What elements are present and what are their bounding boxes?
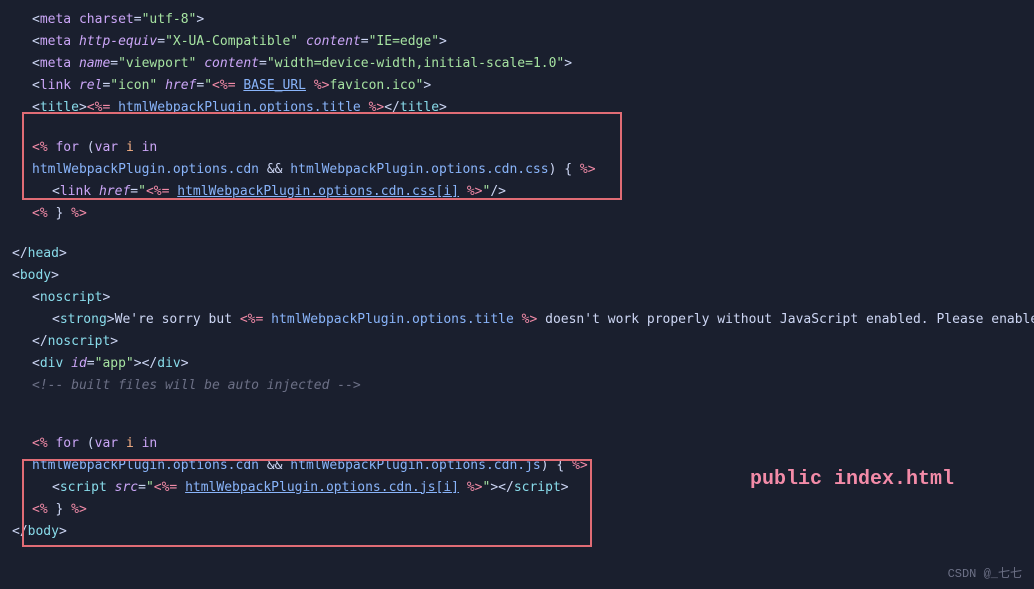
code-line: <% for (var i in [0, 432, 1034, 454]
code-line: htmlWebpackPlugin.options.cdn && htmlWeb… [0, 158, 1034, 180]
code-line: <noscript> [0, 286, 1034, 308]
code-editor: <meta charset="utf-8"><meta http-equiv="… [0, 0, 1034, 589]
code-line: <% for (var i in [0, 136, 1034, 158]
code-line: <!-- built files will be auto injected -… [0, 374, 1034, 396]
annotation-label: public index.html [750, 468, 954, 491]
code-line: </head> [0, 242, 1034, 264]
code-line: <% } %> [0, 202, 1034, 224]
code-line: </body> [0, 520, 1034, 542]
code-line: <meta http-equiv="X-UA-Compatible" conte… [0, 30, 1034, 52]
code-line: <div id="app"></div> [0, 352, 1034, 374]
code-line: <% } %> [0, 498, 1034, 520]
code-line: <link href="<%= htmlWebpackPlugin.option… [0, 180, 1034, 202]
code-line: <strong>We're sorry but <%= htmlWebpackP… [0, 308, 1034, 330]
code-line: </noscript> [0, 330, 1034, 352]
code-line: <meta charset="utf-8"> [0, 8, 1034, 30]
watermark: CSDN @_七七 [948, 564, 1022, 581]
code-line: <title><%= htmlWebpackPlugin.options.tit… [0, 96, 1034, 118]
code-line: <link rel="icon" href="<%= BASE_URL %>fa… [0, 74, 1034, 96]
code-line: <meta name="viewport" content="width=dev… [0, 52, 1034, 74]
code-line: <body> [0, 264, 1034, 286]
